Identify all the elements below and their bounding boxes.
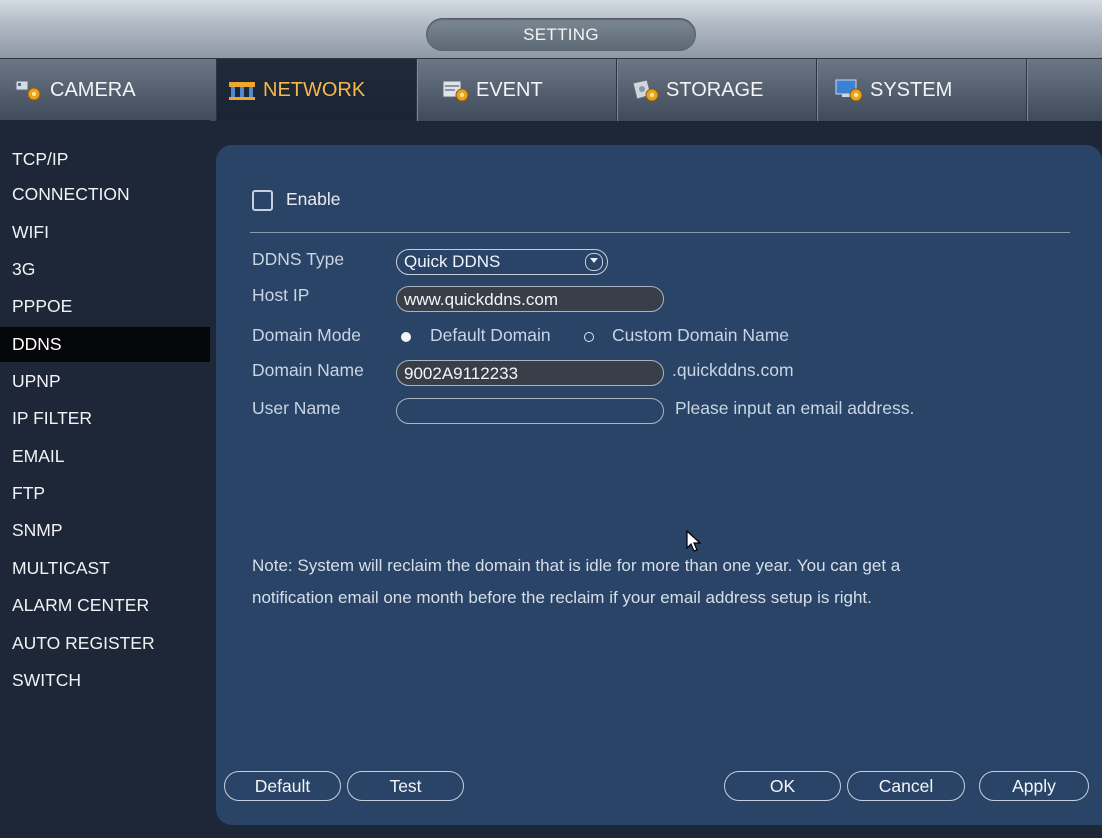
tab-network[interactable]: NETWORK — [217, 59, 416, 121]
title-bar: SETTING — [0, 0, 1102, 58]
sidebar-item-upnp[interactable]: UPNP — [0, 364, 210, 399]
tab-divider — [1026, 59, 1027, 121]
sidebar-item-ip-filter[interactable]: IP FILTER — [0, 401, 210, 436]
note-line-2: notification email one month before the … — [252, 588, 872, 607]
sidebar-item-pppoe[interactable]: PPPOE — [0, 289, 210, 324]
domain-suffix: .quickddns.com — [672, 360, 794, 380]
host-ip-field[interactable]: www.quickddns.com — [396, 286, 664, 312]
storage-icon — [630, 77, 660, 103]
window-title: SETTING — [426, 18, 696, 51]
main-tab-bar: CAMERA NETWORK EVENT STORAGE SYSTEM — [0, 58, 1102, 121]
sidebar-item-3g[interactable]: 3G — [0, 252, 210, 287]
enable-checkbox[interactable] — [252, 190, 273, 211]
sidebar-item-email[interactable]: EMAIL — [0, 439, 210, 474]
ddns-type-value: Quick DDNS — [404, 252, 501, 271]
custom-domain-radio[interactable] — [584, 332, 594, 342]
system-icon — [834, 77, 864, 103]
user-name-label: User Name — [252, 398, 341, 418]
tab-divider — [616, 59, 617, 121]
sidebar-item-wifi[interactable]: WIFI — [0, 215, 210, 250]
tab-camera[interactable]: CAMERA — [14, 59, 209, 121]
sidebar-item-alarm-center[interactable]: ALARM CENTER — [0, 588, 210, 623]
ddns-settings-panel: Enable DDNS Type Quick DDNS Host IP www.… — [216, 145, 1102, 825]
default-domain-label: Default Domain — [430, 325, 551, 345]
ddns-type-select[interactable]: Quick DDNS — [396, 249, 608, 275]
domain-name-label: Domain Name — [252, 360, 364, 380]
tab-divider — [816, 59, 817, 121]
network-icon — [227, 77, 257, 103]
user-name-hint: Please input an email address. — [675, 398, 915, 418]
tab-camera-label: CAMERA — [50, 78, 136, 101]
host-ip-label: Host IP — [252, 285, 310, 305]
sidebar-item-ddns[interactable]: DDNS — [0, 327, 210, 362]
test-button[interactable]: Test — [347, 771, 464, 801]
tab-event-label: EVENT — [476, 78, 543, 101]
tab-event[interactable]: EVENT — [440, 59, 616, 121]
mouse-pointer-icon — [686, 529, 702, 554]
tab-storage[interactable]: STORAGE — [630, 59, 816, 121]
custom-domain-label: Custom Domain Name — [612, 325, 789, 345]
tab-system-label: SYSTEM — [870, 78, 953, 101]
sidebar-item-multicast[interactable]: MULTICAST — [0, 551, 210, 586]
apply-button[interactable]: Apply — [979, 771, 1089, 801]
sidebar-item-switch[interactable]: SWITCH — [0, 663, 210, 698]
tab-divider — [416, 59, 417, 121]
tab-storage-label: STORAGE — [666, 78, 764, 101]
sidebar-item-auto-register[interactable]: AUTO REGISTER — [0, 626, 210, 661]
domain-mode-label: Domain Mode — [252, 325, 361, 345]
sidebar-item-snmp[interactable]: SNMP — [0, 513, 210, 548]
event-icon — [440, 77, 470, 103]
default-domain-radio[interactable] — [401, 332, 411, 342]
ok-button[interactable]: OK — [724, 771, 841, 801]
sidebar-item-ftp[interactable]: FTP — [0, 476, 210, 511]
chevron-down-icon — [585, 253, 603, 271]
tab-network-label: NETWORK — [263, 78, 366, 101]
ddns-type-label: DDNS Type — [252, 249, 345, 269]
sidebar-item-tcpip[interactable]: TCP/IP — [0, 142, 210, 177]
default-button[interactable]: Default — [224, 771, 341, 801]
cancel-button[interactable]: Cancel — [847, 771, 965, 801]
note-line-1: Note: System will reclaim the domain tha… — [252, 556, 901, 575]
camera-settings-icon — [14, 77, 44, 103]
sidebar-menu: TCP/IP CONNECTION WIFI 3G PPPOE DDNS UPN… — [0, 120, 210, 838]
divider — [250, 232, 1070, 233]
enable-label: Enable — [286, 189, 341, 209]
user-name-field[interactable] — [396, 398, 664, 424]
domain-name-field[interactable]: 9002A9112233 — [396, 360, 664, 386]
settings-window: SETTING CAMERA NETWORK EVENT STORAGE SYS… — [0, 0, 1102, 838]
tab-system[interactable]: SYSTEM — [834, 59, 1024, 121]
sidebar-item-connection[interactable]: CONNECTION — [0, 177, 210, 212]
